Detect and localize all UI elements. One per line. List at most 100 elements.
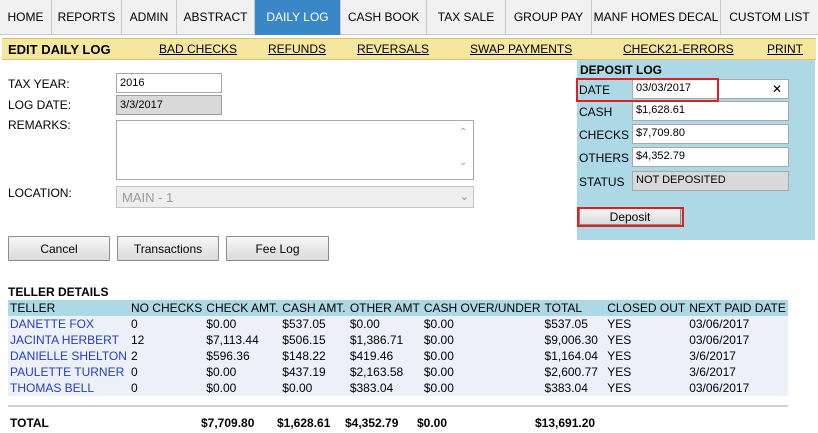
table-cell: 2 [130, 349, 138, 363]
total-other-amt: $4,352.79 [345, 416, 399, 430]
table-cell: 0 [130, 365, 138, 379]
table-cell: $1,386.71 [349, 333, 404, 347]
scroll-up-icon[interactable]: ⌃ [459, 127, 467, 138]
deposit-others-input[interactable]: $4,352.79 [632, 147, 789, 167]
log-date-field: 3/3/2017 [116, 95, 222, 115]
link-refunds[interactable]: REFUNDS [268, 42, 326, 56]
link-reversals[interactable]: REVERSALS [357, 42, 429, 56]
cancel-button[interactable]: Cancel [8, 236, 110, 261]
table-header-row: TELLER NO CHECKS CHECK AMT. CASH AMT. OT… [8, 300, 788, 316]
col-header: CASH OVER/UNDER [421, 300, 543, 316]
col-header: NO CHECKS [128, 300, 205, 316]
table-cell: $0.00 [423, 317, 454, 331]
teller-name-link[interactable]: PAULETTE TURNER [8, 364, 129, 380]
table-cell: $0.00 [206, 365, 237, 379]
col-header: NEXT PAID DATE [687, 300, 788, 316]
teller-name-link[interactable]: THOMAS BELL [8, 380, 129, 396]
remarks-textarea[interactable]: ⌃ ⌄ [116, 120, 474, 180]
tax-year-input[interactable]: 2016 [116, 73, 222, 93]
deposit-checks-input[interactable]: $7,709.80 [632, 124, 789, 144]
table-cell: $0.00 [282, 381, 313, 395]
location-select[interactable]: MAIN - 1 ⌄ [116, 186, 474, 208]
table-cell: $0.00 [423, 381, 454, 395]
table-cell: $0.00 [423, 349, 454, 363]
table-cell: 3/6/2017 [689, 349, 736, 363]
link-check21-errors[interactable]: CHECK21-ERRORS [623, 42, 734, 56]
table-row: PAULETTE TURNER 0 $0.00 $437.19 $2,163.5… [8, 364, 788, 380]
deposit-checks-label: CHECKS [579, 128, 630, 142]
table-cell: $0.00 [423, 365, 454, 379]
total-cash-over-under: $0.00 [417, 416, 448, 430]
link-bad-checks[interactable]: BAD CHECKS [159, 42, 237, 56]
link-swap-payments[interactable]: SWAP PAYMENTS [470, 42, 572, 56]
deposit-status-field: NOT DEPOSITED [632, 171, 789, 191]
tab-home[interactable]: HOME [0, 0, 52, 35]
tab-daily-log[interactable]: DAILY LOG [255, 0, 341, 35]
teller-name-link[interactable]: JACINTA HERBERT [8, 332, 129, 348]
tab-reports[interactable]: REPORTS [52, 0, 122, 35]
table-row: DANETTE FOX 0 $0.00 $537.05 $0.00 $0.00 … [8, 316, 788, 332]
top-nav: HOME REPORTS ADMIN ABSTRACT DAILY LOG CA… [0, 0, 818, 35]
tab-cash-book[interactable]: CASH BOOK [341, 0, 427, 35]
teller-name-link[interactable]: DANIELLE SHELTON [8, 348, 129, 364]
remarks-scrollbar[interactable]: ⌃ ⌄ [455, 121, 473, 179]
table-cell: $419.46 [349, 349, 394, 363]
date-highlight-box [576, 78, 719, 102]
deposit-highlight-box [577, 207, 684, 227]
location-value: MAIN - 1 [122, 190, 174, 205]
tab-manf-homes-decal[interactable]: MANF HOMES DECAL [592, 0, 721, 35]
table-row: DANIELLE SHELTON 2 $596.36 $148.22 $419.… [8, 348, 788, 364]
col-header: CLOSED OUT [605, 300, 688, 316]
table-cell: $0.00 [206, 381, 237, 395]
col-header: CHECK AMT. [204, 300, 281, 316]
scroll-down-icon[interactable]: ⌄ [459, 157, 467, 168]
col-header: OTHER AMT [347, 300, 422, 316]
totals-label: TOTAL [10, 416, 49, 430]
tax-year-label: TAX YEAR: [8, 77, 70, 91]
table-cell: 12 [130, 333, 145, 347]
deposit-log-title: DEPOSIT LOG [580, 63, 663, 77]
table-cell: 03/06/2017 [689, 381, 750, 395]
table-cell: $506.15 [282, 333, 326, 347]
col-header: TELLER [8, 300, 129, 316]
table-cell: $383.04 [349, 381, 394, 395]
link-print[interactable]: PRINT [767, 42, 803, 56]
tab-abstract[interactable]: ABSTRACT [177, 0, 255, 35]
table-cell: YES [607, 333, 632, 347]
table-row: THOMAS BELL 0 $0.00 $0.00 $383.04 $0.00 … [8, 380, 788, 396]
table-cell: 0 [130, 317, 138, 331]
teller-details-title: TELLER DETAILS [8, 285, 109, 299]
table-cell: $9,006.30 [544, 333, 598, 347]
col-header: TOTAL [542, 300, 606, 316]
totals-divider [8, 405, 788, 407]
tab-admin[interactable]: ADMIN [122, 0, 177, 35]
page-title: EDIT DAILY LOG [8, 42, 111, 57]
col-header: CASH AMT. [280, 300, 348, 316]
deposit-cash-input[interactable]: $1,628.61 [632, 101, 789, 121]
table-cell: $0.00 [206, 317, 237, 331]
deposit-cash-label: CASH [579, 105, 613, 119]
location-label: LOCATION: [8, 186, 72, 200]
teller-name-link[interactable]: DANETTE FOX [8, 316, 129, 332]
fee-log-button[interactable]: Fee Log [226, 236, 329, 261]
table-cell: $537.05 [544, 317, 588, 331]
deposit-status-label: STATUS [579, 175, 625, 189]
table-cell: $0.00 [349, 317, 380, 331]
sub-nav: EDIT DAILY LOG BAD CHECKS REFUNDS REVERS… [2, 38, 816, 60]
table-cell: 03/06/2017 [689, 317, 750, 331]
table-cell: $2,163.58 [349, 365, 404, 379]
teller-table: TELLER NO CHECKS CHECK AMT. CASH AMT. OT… [8, 300, 788, 396]
transactions-button[interactable]: Transactions [117, 236, 219, 261]
table-cell: $437.19 [282, 365, 326, 379]
tab-custom-list[interactable]: CUSTOM LIST [721, 0, 818, 35]
total-check-amt: $7,709.80 [201, 416, 255, 430]
tab-group-pay[interactable]: GROUP PAY [506, 0, 592, 35]
clear-icon[interactable]: ✕ [772, 82, 782, 96]
table-cell: $0.00 [423, 333, 454, 347]
tab-tax-sale[interactable]: TAX SALE [427, 0, 506, 35]
table-cell: $596.36 [206, 349, 250, 363]
remarks-label: REMARKS: [8, 118, 71, 132]
table-cell: $1,164.04 [544, 349, 598, 363]
deposit-others-label: OTHERS [579, 151, 630, 165]
table-cell: 0 [130, 381, 138, 395]
